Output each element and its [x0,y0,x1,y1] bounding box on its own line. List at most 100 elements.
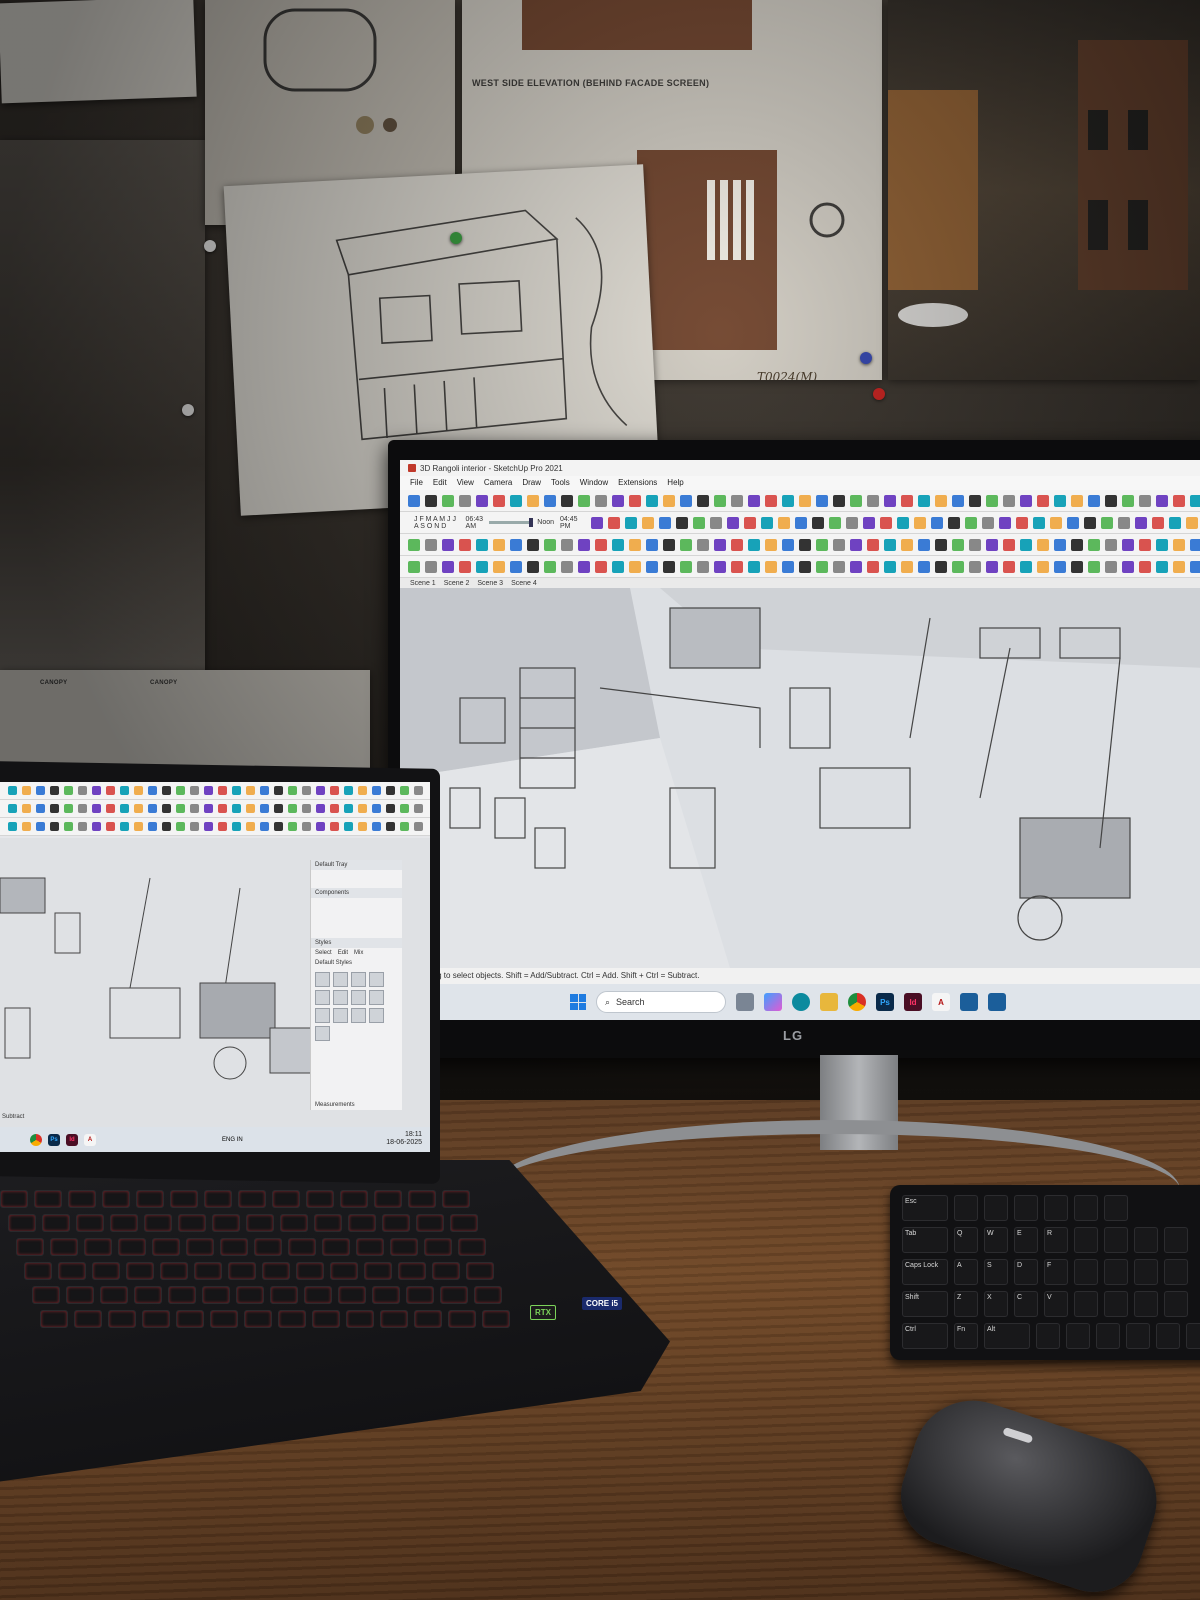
toolbar-tool-icon[interactable] [833,560,845,573]
toolbar-tool-icon[interactable] [969,560,981,573]
toolbar-tool-icon[interactable] [765,494,777,507]
toolbar-tool-icon[interactable] [414,804,423,813]
keyboard-key-q[interactable]: Q [954,1227,978,1253]
toolbar-tool-icon[interactable] [92,822,101,831]
toolbar-tool-icon[interactable] [918,560,930,573]
laptop-key[interactable] [16,1238,44,1256]
laptop-key[interactable] [170,1190,198,1208]
toolbar-tool-icon[interactable] [1156,538,1168,551]
laptop-key[interactable] [330,1262,358,1280]
toolbar-tool-icon[interactable] [1122,538,1134,551]
laptop-photoshop-icon[interactable]: Ps [48,1133,60,1146]
laptop-key[interactable] [58,1262,86,1280]
laptop-key[interactable] [32,1286,60,1304]
toolbar-tool-icon[interactable] [134,822,143,831]
toolbar-tool-icon[interactable] [629,538,641,551]
toolbar-tool-icon[interactable] [1037,538,1049,551]
toolbar-tool-icon[interactable] [901,494,913,507]
toolbar-tool-icon[interactable] [612,560,624,573]
style-thumb[interactable] [369,972,384,987]
toolbar-tool-icon[interactable] [816,494,828,507]
toolbar-tool-icon[interactable] [765,560,777,573]
tray-tab-edit[interactable]: Edit [338,950,348,956]
tray-styles-header[interactable]: Styles [311,938,402,948]
toolbar-tool-icon[interactable] [1016,516,1028,529]
laptop-key[interactable] [160,1262,188,1280]
toolbar-tool-icon[interactable] [1190,494,1200,507]
laptop-key[interactable] [34,1190,62,1208]
toolbar-tool-icon[interactable] [344,804,353,813]
toolbar-tool-icon[interactable] [591,516,603,529]
toolbar-tool-icon[interactable] [863,516,875,529]
toolbar-tool-icon[interactable] [629,560,641,573]
toolbar-tool-icon[interactable] [901,538,913,551]
keyboard-key-f[interactable]: F [1044,1259,1068,1285]
laptop-key[interactable] [194,1262,222,1280]
keyboard-key-r[interactable]: R [1044,1227,1068,1253]
toolbar-tool-icon[interactable] [372,804,381,813]
toolbar-tool-icon[interactable] [935,560,947,573]
toolbar-tool-icon[interactable] [578,538,590,551]
style-thumb[interactable] [351,1008,366,1023]
toolbar-tool-icon[interactable] [232,786,241,795]
laptop-key[interactable] [278,1310,306,1328]
laptop-key[interactable] [152,1238,180,1256]
toolbar-tool-icon[interactable] [1105,560,1117,573]
language-indicator[interactable]: ENG IN [222,1137,243,1143]
toolbar-tool-icon[interactable] [986,494,998,507]
toolbar-tool-icon[interactable] [1054,560,1066,573]
laptop-key[interactable] [244,1310,272,1328]
toolbar-tool-icon[interactable] [204,786,213,795]
keyboard-key-x[interactable]: X [984,1291,1008,1317]
toolbar-tool-icon[interactable] [1054,538,1066,551]
photoshop-icon[interactable]: Ps [876,993,894,1011]
style-thumb[interactable] [351,972,366,987]
toolbar-tool-icon[interactable] [612,494,624,507]
toolbar-tool-icon[interactable] [36,804,45,813]
laptop-key[interactable] [364,1262,392,1280]
style-thumb[interactable] [315,1008,330,1023]
toolbar-tool-icon[interactable] [663,560,675,573]
toolbar-tool-icon[interactable] [761,516,773,529]
toolbar-tool-icon[interactable] [850,538,862,551]
keyboard-key-s[interactable]: S [984,1259,1008,1285]
toolbar-tool-icon[interactable] [459,560,471,573]
toolbar-tool-icon[interactable] [316,804,325,813]
keyboard-key-ctrl[interactable]: Ctrl [902,1323,948,1349]
toolbar-tool-icon[interactable] [1020,538,1032,551]
toolbar-tool-icon[interactable] [22,822,31,831]
laptop-key[interactable] [270,1286,298,1304]
laptop-key[interactable] [204,1190,232,1208]
keyboard-key-esc[interactable]: Esc [902,1195,948,1221]
model-viewport[interactable] [400,588,1200,968]
laptop-key[interactable] [110,1214,138,1232]
toolbar-tool-icon[interactable] [1139,560,1151,573]
laptop-key[interactable] [238,1190,266,1208]
menu-tools[interactable]: Tools [551,478,570,488]
toolbar-tool-icon[interactable] [765,538,777,551]
toolbar-tool-icon[interactable] [1190,538,1200,551]
laptop-acrobat-icon[interactable]: A [84,1133,96,1146]
laptop-key[interactable] [448,1310,476,1328]
laptop-key[interactable] [134,1286,162,1304]
toolbar-tool-icon[interactable] [408,560,420,573]
toolbar-tool-icon[interactable] [986,560,998,573]
toolbar-tool-icon[interactable] [316,822,325,831]
keyboard-key-caps-lock[interactable]: Caps Lock [902,1259,948,1285]
toolbar-tool-icon[interactable] [302,822,311,831]
keyboard-key-a[interactable]: A [954,1259,978,1285]
keyboard-key[interactable] [1074,1195,1098,1221]
laptop-key[interactable] [312,1310,340,1328]
toolbar-tool-icon[interactable] [1003,494,1015,507]
toolbar-tool-icon[interactable] [36,822,45,831]
toolbar-tool-icon[interactable] [646,538,658,551]
menu-edit[interactable]: Edit [433,478,447,488]
keyboard-key[interactable] [1164,1227,1188,1253]
toolbar-tool-icon[interactable] [120,786,129,795]
sketchup-taskbar-icon[interactable] [960,993,978,1011]
tray-components-header[interactable]: Components [311,888,402,898]
toolbar-tool-icon[interactable] [867,538,879,551]
toolbar-tool-icon[interactable] [799,538,811,551]
toolbar-tool-icon[interactable] [1156,494,1168,507]
toolbar-tool-icon[interactable] [680,538,692,551]
